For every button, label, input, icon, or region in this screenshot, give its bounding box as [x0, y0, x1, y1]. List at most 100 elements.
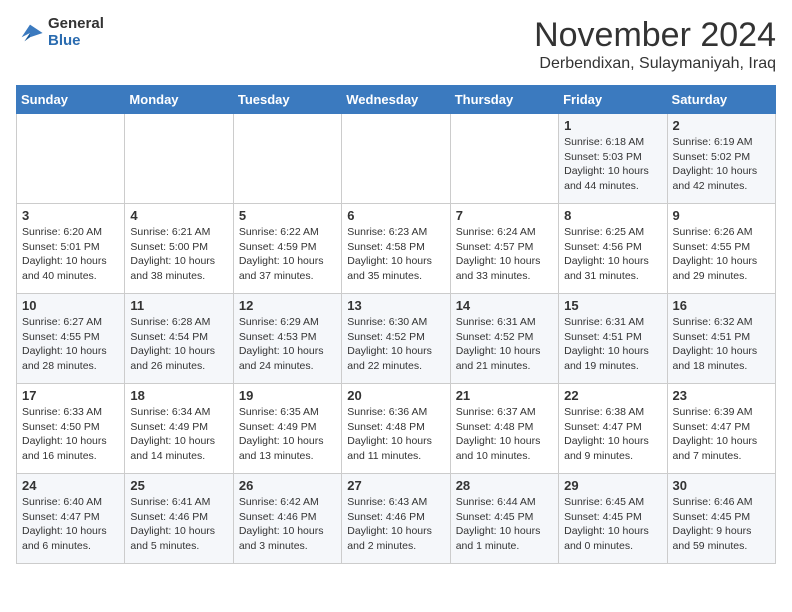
day-number: 28 [456, 478, 553, 493]
calendar-day-cell: 15 Sunrise: 6:31 AM Sunset: 4:51 PM Dayli… [559, 294, 667, 384]
day-number: 11 [130, 298, 227, 313]
calendar-day-cell: 20 Sunrise: 6:36 AM Sunset: 4:48 PM Dayli… [342, 384, 450, 474]
calendar-week-row: 24 Sunrise: 6:40 AM Sunset: 4:47 PM Dayli… [17, 474, 776, 564]
page-header: General Blue November 2024 Derbendixan, … [16, 16, 776, 73]
calendar-day-cell: 6 Sunrise: 6:23 AM Sunset: 4:58 PM Daylig… [342, 204, 450, 294]
day-number: 27 [347, 478, 444, 493]
day-info: Sunrise: 6:21 AM Sunset: 5:00 PM Dayligh… [130, 225, 227, 284]
calendar-week-row: 10 Sunrise: 6:27 AM Sunset: 4:55 PM Dayli… [17, 294, 776, 384]
calendar-day-cell [342, 114, 450, 204]
calendar-table: SundayMondayTuesdayWednesdayThursdayFrid… [16, 85, 776, 564]
day-number: 20 [347, 388, 444, 403]
calendar-day-cell: 14 Sunrise: 6:31 AM Sunset: 4:52 PM Dayli… [450, 294, 558, 384]
calendar-week-row: 17 Sunrise: 6:33 AM Sunset: 4:50 PM Dayli… [17, 384, 776, 474]
day-info: Sunrise: 6:18 AM Sunset: 5:03 PM Dayligh… [564, 135, 661, 194]
day-number: 18 [130, 388, 227, 403]
day-info: Sunrise: 6:19 AM Sunset: 5:02 PM Dayligh… [673, 135, 770, 194]
day-number: 5 [239, 208, 336, 223]
day-number: 21 [456, 388, 553, 403]
day-info: Sunrise: 6:40 AM Sunset: 4:47 PM Dayligh… [22, 495, 119, 554]
calendar-day-cell: 3Sunrise: 6:20 AM Sunset: 5:01 PM Daylig… [17, 204, 125, 294]
weekday-header-wednesday: Wednesday [342, 86, 450, 114]
calendar-day-cell [17, 114, 125, 204]
calendar-day-cell: 8 Sunrise: 6:25 AM Sunset: 4:56 PM Daylig… [559, 204, 667, 294]
calendar-day-cell: 10 Sunrise: 6:27 AM Sunset: 4:55 PM Dayli… [17, 294, 125, 384]
calendar-day-cell [125, 114, 233, 204]
day-info: Sunrise: 6:22 AM Sunset: 4:59 PM Dayligh… [239, 225, 336, 284]
calendar-day-cell: 18 Sunrise: 6:34 AM Sunset: 4:49 PM Dayli… [125, 384, 233, 474]
day-number: 13 [347, 298, 444, 313]
day-info: Sunrise: 6:32 AM Sunset: 4:51 PM Dayligh… [673, 315, 770, 374]
calendar-day-cell: 2 Sunrise: 6:19 AM Sunset: 5:02 PM Daylig… [667, 114, 775, 204]
weekday-header-saturday: Saturday [667, 86, 775, 114]
calendar-day-cell: 21Sunrise: 6:37 AM Sunset: 4:48 PM Dayli… [450, 384, 558, 474]
day-info: Sunrise: 6:44 AM Sunset: 4:45 PM Dayligh… [456, 495, 553, 554]
day-info: Sunrise: 6:28 AM Sunset: 4:54 PM Dayligh… [130, 315, 227, 374]
weekday-header-sunday: Sunday [17, 86, 125, 114]
calendar-week-row: 1 Sunrise: 6:18 AM Sunset: 5:03 PM Daylig… [17, 114, 776, 204]
logo-text: General Blue [48, 16, 104, 49]
day-info: Sunrise: 6:30 AM Sunset: 4:52 PM Dayligh… [347, 315, 444, 374]
calendar-day-cell [450, 114, 558, 204]
weekday-header-thursday: Thursday [450, 86, 558, 114]
logo-general: General [48, 16, 104, 33]
day-number: 12 [239, 298, 336, 313]
calendar-day-cell: 19 Sunrise: 6:35 AM Sunset: 4:49 PM Dayli… [233, 384, 341, 474]
day-number: 19 [239, 388, 336, 403]
calendar-day-cell: 17 Sunrise: 6:33 AM Sunset: 4:50 PM Dayli… [17, 384, 125, 474]
day-number: 25 [130, 478, 227, 493]
day-number: 1 [564, 118, 661, 133]
day-number: 24 [22, 478, 119, 493]
day-info: Sunrise: 6:36 AM Sunset: 4:48 PM Dayligh… [347, 405, 444, 464]
day-info: Sunrise: 6:31 AM Sunset: 4:51 PM Dayligh… [564, 315, 661, 374]
day-number: 30 [673, 478, 770, 493]
day-info: Sunrise: 6:41 AM Sunset: 4:46 PM Dayligh… [130, 495, 227, 554]
logo-blue: Blue [48, 33, 104, 50]
day-number: 14 [456, 298, 553, 313]
calendar-day-cell: 11 Sunrise: 6:28 AM Sunset: 4:54 PM Dayli… [125, 294, 233, 384]
day-info: Sunrise: 6:24 AM Sunset: 4:57 PM Dayligh… [456, 225, 553, 284]
day-info: Sunrise: 6:26 AM Sunset: 4:55 PM Dayligh… [673, 225, 770, 284]
calendar-day-cell: 12Sunrise: 6:29 AM Sunset: 4:53 PM Dayli… [233, 294, 341, 384]
day-info: Sunrise: 6:34 AM Sunset: 4:49 PM Dayligh… [130, 405, 227, 464]
day-number: 4 [130, 208, 227, 223]
day-number: 6 [347, 208, 444, 223]
day-number: 2 [673, 118, 770, 133]
location-title: Derbendixan, Sulaymaniyah, Iraq [534, 55, 776, 73]
day-number: 23 [673, 388, 770, 403]
day-info: Sunrise: 6:23 AM Sunset: 4:58 PM Dayligh… [347, 225, 444, 284]
day-info: Sunrise: 6:42 AM Sunset: 4:46 PM Dayligh… [239, 495, 336, 554]
day-info: Sunrise: 6:39 AM Sunset: 4:47 PM Dayligh… [673, 405, 770, 464]
calendar-day-cell: 13 Sunrise: 6:30 AM Sunset: 4:52 PM Dayli… [342, 294, 450, 384]
calendar-day-cell: 9 Sunrise: 6:26 AM Sunset: 4:55 PM Daylig… [667, 204, 775, 294]
day-number: 15 [564, 298, 661, 313]
weekday-header-monday: Monday [125, 86, 233, 114]
day-number: 10 [22, 298, 119, 313]
day-info: Sunrise: 6:33 AM Sunset: 4:50 PM Dayligh… [22, 405, 119, 464]
day-info: Sunrise: 6:35 AM Sunset: 4:49 PM Dayligh… [239, 405, 336, 464]
calendar-day-cell: 7Sunrise: 6:24 AM Sunset: 4:57 PM Daylig… [450, 204, 558, 294]
day-info: Sunrise: 6:31 AM Sunset: 4:52 PM Dayligh… [456, 315, 553, 374]
logo: General Blue [16, 16, 104, 49]
day-number: 9 [673, 208, 770, 223]
day-number: 29 [564, 478, 661, 493]
day-number: 16 [673, 298, 770, 313]
calendar-day-cell: 1 Sunrise: 6:18 AM Sunset: 5:03 PM Daylig… [559, 114, 667, 204]
calendar-day-cell: 5 Sunrise: 6:22 AM Sunset: 4:59 PM Daylig… [233, 204, 341, 294]
calendar-week-row: 3Sunrise: 6:20 AM Sunset: 5:01 PM Daylig… [17, 204, 776, 294]
calendar-day-cell: 26 Sunrise: 6:42 AM Sunset: 4:46 PM Dayli… [233, 474, 341, 564]
calendar-day-cell: 24 Sunrise: 6:40 AM Sunset: 4:47 PM Dayli… [17, 474, 125, 564]
day-info: Sunrise: 6:20 AM Sunset: 5:01 PM Dayligh… [22, 225, 119, 284]
calendar-day-cell: 30Sunrise: 6:46 AM Sunset: 4:45 PM Dayli… [667, 474, 775, 564]
day-info: Sunrise: 6:38 AM Sunset: 4:47 PM Dayligh… [564, 405, 661, 464]
day-number: 26 [239, 478, 336, 493]
day-number: 8 [564, 208, 661, 223]
calendar-day-cell: 4 Sunrise: 6:21 AM Sunset: 5:00 PM Daylig… [125, 204, 233, 294]
logo-bird-icon [16, 19, 44, 47]
weekday-header-row: SundayMondayTuesdayWednesdayThursdayFrid… [17, 86, 776, 114]
day-info: Sunrise: 6:27 AM Sunset: 4:55 PM Dayligh… [22, 315, 119, 374]
day-number: 17 [22, 388, 119, 403]
weekday-header-friday: Friday [559, 86, 667, 114]
month-title: November 2024 [534, 16, 776, 55]
day-info: Sunrise: 6:25 AM Sunset: 4:56 PM Dayligh… [564, 225, 661, 284]
